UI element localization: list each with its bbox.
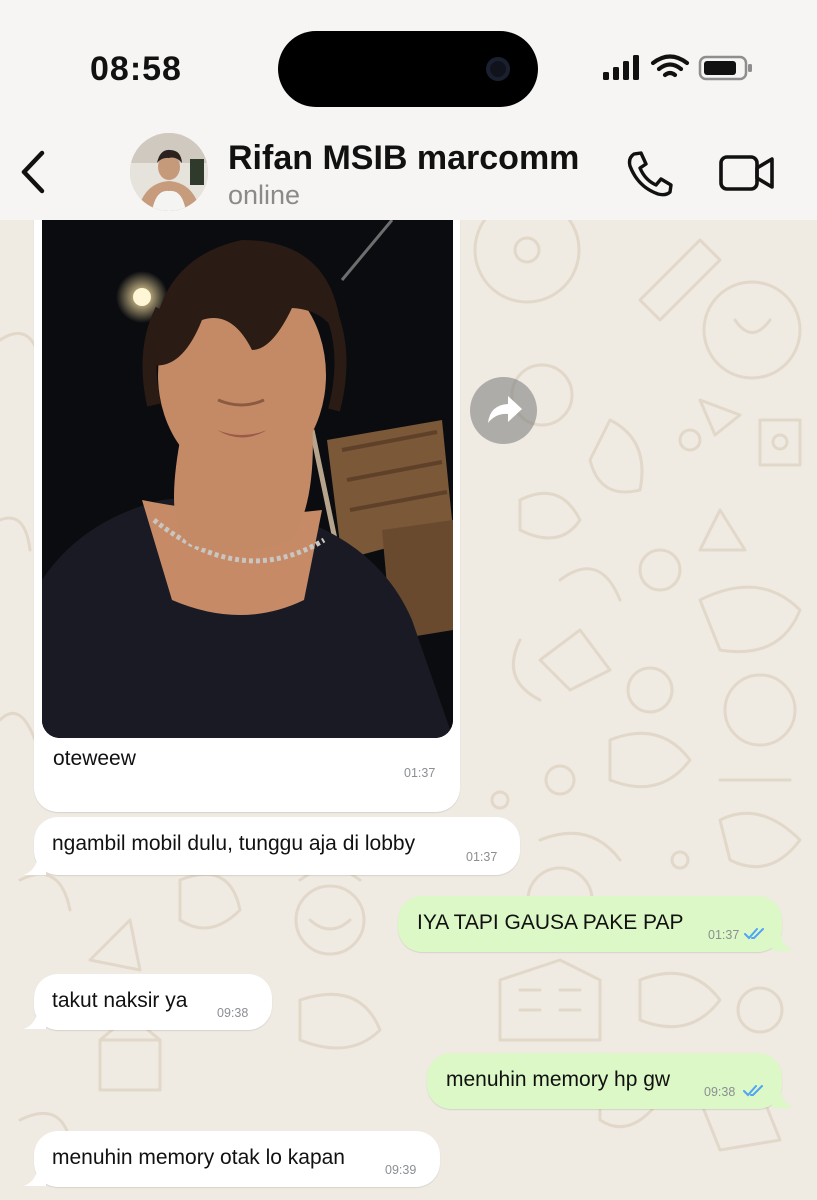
chat-header: Rifan MSIB marcomm online	[0, 125, 817, 220]
contact-status: online	[228, 180, 301, 210]
avatar-photo	[130, 133, 208, 211]
photo-illustration	[42, 220, 453, 738]
message-text: menuhin memory otak lo kapan	[52, 1146, 345, 1169]
message-photo[interactable]	[42, 220, 453, 738]
message-text: ngambil mobil dulu, tunggu aja di lobby	[52, 832, 416, 855]
wifi-icon	[650, 54, 690, 78]
video-call-icon[interactable]	[718, 153, 776, 193]
image-caption: oteweew	[53, 747, 136, 770]
forward-arrow-icon	[488, 396, 522, 423]
phone-call-icon[interactable]	[624, 149, 676, 197]
clock: 08:58	[90, 50, 182, 88]
incoming-message[interactable]: ngambil mobil dulu, tunggu aja di lobby …	[34, 817, 520, 875]
image-message[interactable]: oteweew 01:37	[34, 220, 460, 812]
forward-button[interactable]	[470, 377, 537, 444]
message-time: 09:39	[385, 1163, 417, 1177]
front-camera-icon	[486, 57, 510, 81]
status-icons	[603, 54, 752, 81]
incoming-message[interactable]: takut naksir ya 09:38	[34, 974, 272, 1030]
signal-icon	[603, 55, 639, 80]
avatar[interactable]	[130, 133, 208, 211]
dynamic-island	[278, 31, 538, 107]
message-time: 09:38	[217, 1006, 249, 1020]
message-time: 09:38	[704, 1085, 736, 1099]
status-bar: 08:58	[0, 0, 817, 125]
bubble-tail	[24, 1010, 46, 1029]
contact-name[interactable]: Rifan MSIB marcomm	[228, 139, 579, 178]
bubble-tail	[772, 932, 794, 951]
chat-area[interactable]: oteweew 01:37 ngambil mobil dulu, tunggu…	[0, 220, 817, 1200]
message-text: IYA TAPI GAUSA PAKE PAP	[417, 911, 684, 934]
message-time: 01:37	[708, 928, 740, 942]
incoming-message[interactable]: menuhin memory otak lo kapan 09:39	[34, 1131, 440, 1187]
message-time: 01:37	[404, 766, 436, 780]
back-arrow-icon[interactable]	[16, 149, 50, 195]
bubble-tail	[24, 856, 46, 875]
message-text: takut naksir ya	[52, 989, 188, 1012]
battery-icon	[698, 55, 752, 81]
message-text: menuhin memory hp gw	[446, 1068, 671, 1091]
outgoing-message[interactable]: menuhin memory hp gw 09:38	[427, 1053, 782, 1109]
read-receipt-icon	[743, 1085, 763, 1097]
bubble-tail	[24, 1167, 46, 1186]
bubble-tail	[772, 1089, 794, 1108]
read-receipt-icon	[744, 928, 764, 940]
outgoing-message[interactable]: IYA TAPI GAUSA PAKE PAP 01:37	[398, 896, 782, 952]
message-time: 01:37	[466, 850, 498, 864]
